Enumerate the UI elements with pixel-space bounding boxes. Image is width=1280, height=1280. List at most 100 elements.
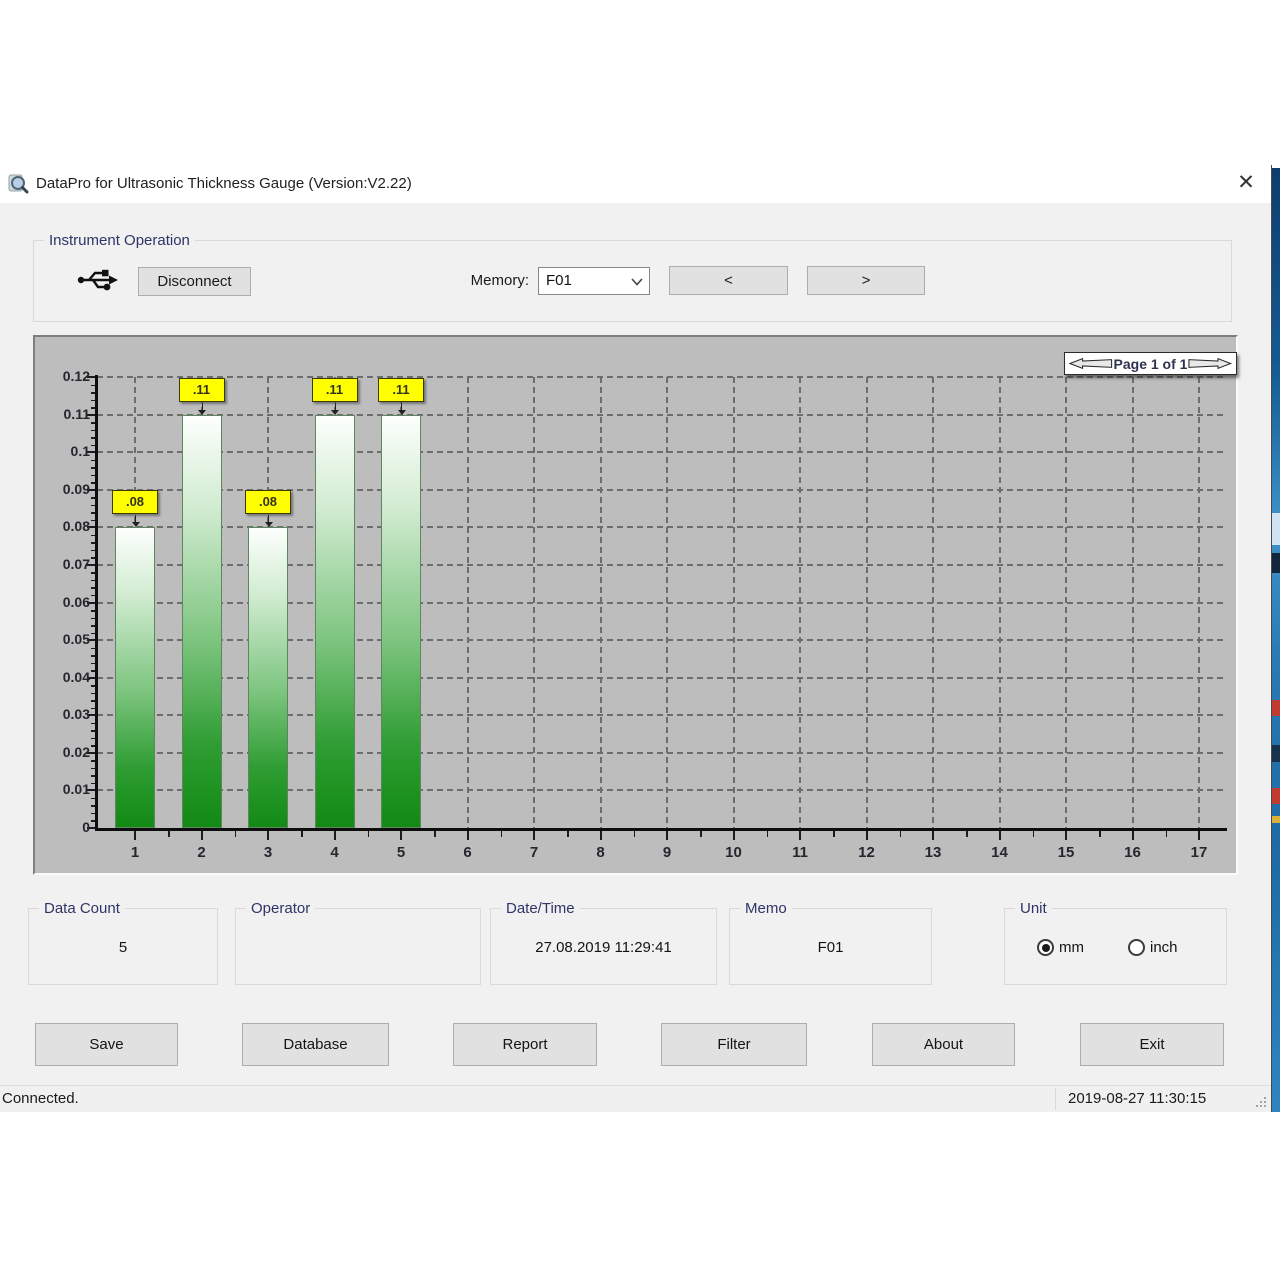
bar bbox=[115, 527, 155, 828]
sliver-patch bbox=[1272, 513, 1280, 545]
x-minor-tick bbox=[501, 831, 503, 837]
v-gridline bbox=[866, 377, 868, 828]
x-minor-tick bbox=[966, 831, 968, 837]
x-minor-tick bbox=[767, 831, 769, 837]
instrument-operation-group: Instrument Operation Disconnect Memory: … bbox=[33, 240, 1232, 322]
x-tick-label: 17 bbox=[1179, 844, 1219, 861]
x-tick-label: 6 bbox=[448, 844, 488, 861]
v-gridline bbox=[799, 377, 801, 828]
bar-value-label: .08 bbox=[112, 490, 158, 514]
bar bbox=[182, 415, 222, 828]
usb-icon bbox=[76, 265, 120, 297]
radio-icon bbox=[1037, 939, 1054, 956]
y-tick-label: 0.04 bbox=[35, 669, 90, 685]
x-tick-label: 9 bbox=[647, 844, 687, 861]
app-window: DataPro for Ultrasonic Thickness Gauge (… bbox=[0, 165, 1272, 1112]
status-bar: Connected. 2019-08-27 11:30:15 bbox=[0, 1085, 1271, 1112]
unit-group: Unit mm inch bbox=[1004, 908, 1227, 985]
unit-options: mm inch bbox=[1037, 939, 1178, 956]
x-tick-label: 7 bbox=[514, 844, 554, 861]
x-tick-label: 8 bbox=[581, 844, 621, 861]
screen: DataPro for Ultrasonic Thickness Gauge (… bbox=[0, 0, 1280, 1280]
resize-grip[interactable] bbox=[1255, 1096, 1267, 1108]
exit-button[interactable]: Exit bbox=[1080, 1023, 1224, 1066]
y-tick-label: 0.09 bbox=[35, 481, 90, 497]
group-label: Memo bbox=[740, 900, 792, 917]
group-label: Instrument Operation bbox=[44, 232, 195, 249]
chart-plot: 00.010.020.030.040.050.060.070.080.090.1… bbox=[35, 337, 1236, 873]
v-gridline bbox=[533, 377, 535, 828]
x-minor-tick bbox=[567, 831, 569, 837]
x-minor-tick bbox=[634, 831, 636, 837]
y-tick-label: 0.06 bbox=[35, 594, 90, 610]
filter-button[interactable]: Filter bbox=[661, 1023, 807, 1066]
next-memory-button[interactable]: > bbox=[807, 266, 925, 295]
x-minor-tick bbox=[368, 831, 370, 837]
v-gridline bbox=[1198, 377, 1200, 828]
group-label: Date/Time bbox=[501, 900, 580, 917]
x-major-tick bbox=[733, 831, 735, 840]
x-minor-tick bbox=[301, 831, 303, 837]
sliver-patch bbox=[1272, 788, 1280, 804]
about-button[interactable]: About bbox=[872, 1023, 1015, 1066]
memory-dropdown[interactable]: F01 bbox=[538, 267, 650, 295]
x-major-tick bbox=[134, 831, 136, 840]
save-button[interactable]: Save bbox=[35, 1023, 178, 1066]
y-tick-label: 0.12 bbox=[35, 368, 90, 384]
bar-label-arrowhead bbox=[198, 410, 206, 415]
v-gridline bbox=[600, 377, 602, 828]
title-bar: DataPro for Ultrasonic Thickness Gauge (… bbox=[0, 165, 1271, 203]
y-tick-label: 0.11 bbox=[35, 406, 90, 422]
x-major-tick bbox=[600, 831, 602, 840]
x-major-tick bbox=[201, 831, 203, 840]
bar-value-label: .11 bbox=[312, 378, 358, 402]
info-box-operator: Operator bbox=[235, 908, 481, 985]
database-button[interactable]: Database bbox=[242, 1023, 389, 1066]
y-tick-label: 0.02 bbox=[35, 744, 90, 760]
v-gridline bbox=[999, 377, 1001, 828]
x-major-tick bbox=[666, 831, 668, 840]
v-gridline bbox=[467, 377, 469, 828]
y-tick-label: 0.01 bbox=[35, 781, 90, 797]
app-icon bbox=[7, 173, 29, 195]
report-button[interactable]: Report bbox=[453, 1023, 597, 1066]
radio-mm[interactable]: mm bbox=[1037, 939, 1084, 956]
sliver-patch bbox=[1272, 816, 1280, 823]
x-major-tick bbox=[866, 831, 868, 840]
y-tick-label: 0.08 bbox=[35, 518, 90, 534]
close-button[interactable]: ✕ bbox=[1227, 167, 1265, 199]
x-tick-label: 11 bbox=[780, 844, 820, 861]
v-gridline bbox=[1065, 377, 1067, 828]
disconnect-button[interactable]: Disconnect bbox=[138, 267, 251, 296]
x-major-tick bbox=[1198, 831, 1200, 840]
radio-icon bbox=[1128, 939, 1145, 956]
x-tick-label: 1 bbox=[115, 844, 155, 861]
x-tick-label: 16 bbox=[1113, 844, 1153, 861]
x-tick-label: 13 bbox=[913, 844, 953, 861]
chevron-down-icon bbox=[631, 278, 643, 286]
memory-selected-value: F01 bbox=[546, 268, 572, 294]
sliver-patch bbox=[1272, 745, 1280, 762]
x-minor-tick bbox=[1099, 831, 1101, 837]
x-minor-tick bbox=[700, 831, 702, 837]
x-tick-label: 3 bbox=[248, 844, 288, 861]
bar-label-arrowhead bbox=[331, 410, 339, 415]
page-next-icon[interactable] bbox=[1187, 357, 1232, 370]
page-prev-icon[interactable] bbox=[1069, 357, 1114, 370]
x-tick-label: 5 bbox=[381, 844, 421, 861]
x-major-tick bbox=[999, 831, 1001, 840]
page-indicator: Page 1 of 1 bbox=[1114, 356, 1188, 372]
memo-value: F01 bbox=[730, 939, 931, 956]
prev-memory-button[interactable]: < bbox=[669, 266, 788, 295]
info-box-date-time: Date/Time27.08.2019 11:29:41 bbox=[490, 908, 717, 985]
y-tick-label: 0.07 bbox=[35, 556, 90, 572]
x-major-tick bbox=[334, 831, 336, 840]
x-minor-tick bbox=[235, 831, 237, 837]
bar-value-label: .11 bbox=[378, 378, 424, 402]
x-major-tick bbox=[467, 831, 469, 840]
group-label: Unit bbox=[1015, 900, 1052, 917]
x-major-tick bbox=[932, 831, 934, 840]
radio-inch[interactable]: inch bbox=[1128, 939, 1178, 956]
y-tick-label: 0.05 bbox=[35, 631, 90, 647]
y-axis bbox=[95, 375, 98, 831]
